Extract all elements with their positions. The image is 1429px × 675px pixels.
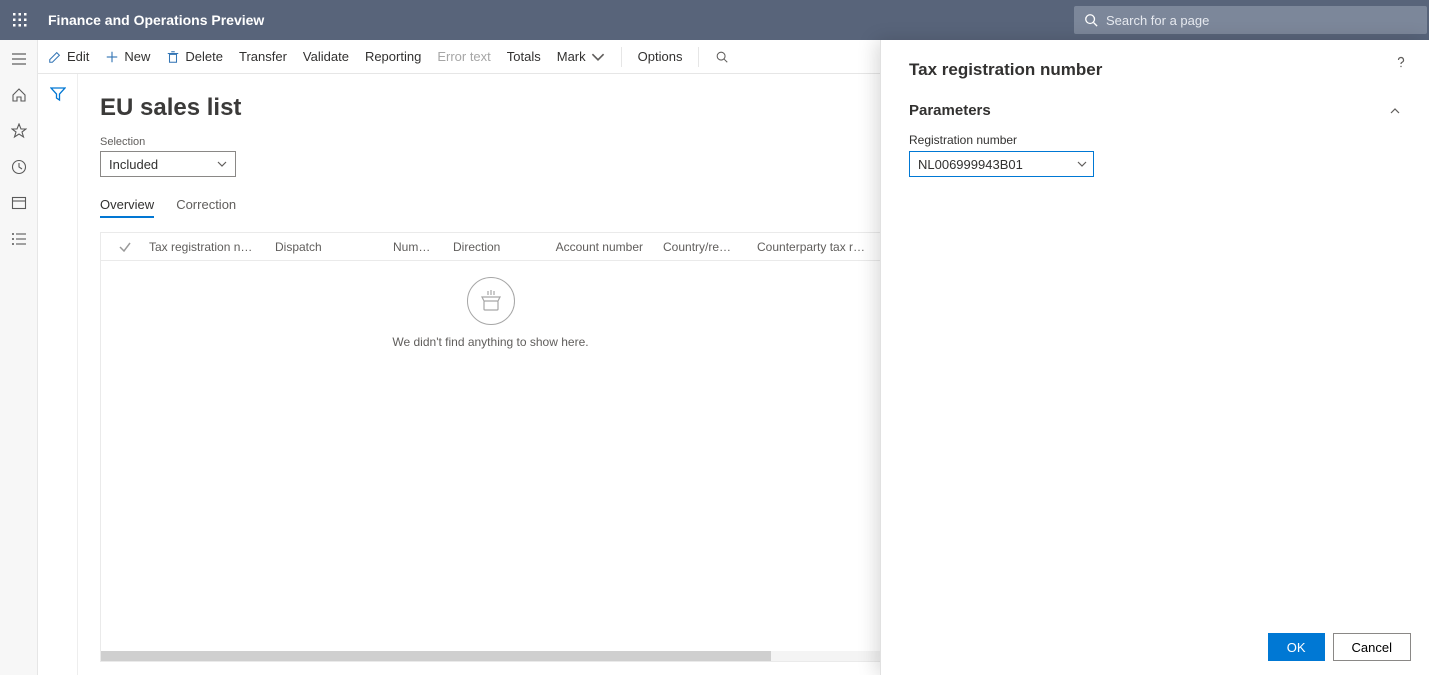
- action-bar: Edit New Delete Transfer Validate Report…: [38, 40, 880, 74]
- column-select-all[interactable]: [111, 240, 139, 254]
- dialog-title: Tax registration number: [909, 60, 1102, 80]
- app-launcher-icon[interactable]: [0, 0, 40, 40]
- column-direction[interactable]: Direction: [443, 240, 543, 254]
- tabs: Overview Correction: [100, 197, 880, 218]
- tab-correction[interactable]: Correction: [176, 197, 236, 218]
- top-bar: Finance and Operations Preview: [0, 0, 1429, 40]
- empty-text: We didn't find anything to show here.: [101, 335, 880, 349]
- search-input[interactable]: [1106, 13, 1417, 28]
- find-button[interactable]: [715, 50, 729, 64]
- cancel-button[interactable]: Cancel: [1333, 633, 1411, 661]
- chevron-up-icon: [1389, 105, 1401, 117]
- registration-number-label: Registration number: [909, 133, 1401, 147]
- separator: [621, 47, 622, 67]
- selection-label: Selection: [100, 136, 880, 148]
- grid-header: Tax registration number Dispatch Number …: [101, 233, 880, 261]
- selection-dropdown[interactable]: Included: [100, 151, 236, 177]
- left-rail: [0, 40, 38, 675]
- parameters-section[interactable]: Parameters: [909, 102, 1401, 119]
- registration-number-input[interactable]: NL006999943B01: [909, 151, 1094, 177]
- chevron-down-icon: [1077, 159, 1087, 169]
- selection-value: Included: [109, 157, 158, 172]
- totals-label: Totals: [507, 49, 541, 64]
- ok-button[interactable]: OK: [1268, 633, 1325, 661]
- edit-label: Edit: [67, 49, 89, 64]
- mark-label: Mark: [557, 49, 586, 64]
- validate-button[interactable]: Validate: [303, 49, 349, 64]
- star-icon[interactable]: [10, 122, 28, 140]
- home-icon[interactable]: [10, 86, 28, 104]
- search-box[interactable]: [1074, 6, 1427, 34]
- separator: [698, 47, 699, 67]
- delete-label: Delete: [185, 49, 223, 64]
- center-area: Edit New Delete Transfer Validate Report…: [38, 40, 880, 675]
- column-counterparty[interactable]: Counterparty tax registration: [747, 240, 880, 254]
- column-account[interactable]: Account number: [543, 240, 653, 254]
- delete-button[interactable]: Delete: [166, 49, 223, 64]
- options-button[interactable]: Options: [638, 49, 683, 64]
- column-tax-reg[interactable]: Tax registration number: [139, 240, 265, 254]
- edit-button[interactable]: Edit: [48, 49, 89, 64]
- clock-icon[interactable]: [10, 158, 28, 176]
- options-label: Options: [638, 49, 683, 64]
- error-text-button: Error text: [437, 49, 490, 64]
- filter-column: [38, 74, 78, 675]
- dialog-panel: Tax registration number Parameters Regis…: [880, 40, 1429, 675]
- reporting-button[interactable]: Reporting: [365, 49, 421, 64]
- help-icon[interactable]: [1393, 54, 1409, 70]
- tab-overview[interactable]: Overview: [100, 197, 154, 218]
- page-title: EU sales list: [100, 94, 880, 122]
- totals-button[interactable]: Totals: [507, 49, 541, 64]
- mark-button[interactable]: Mark: [557, 49, 605, 64]
- main-panel: EU sales list Selection Included Overvie…: [78, 74, 880, 675]
- app-title: Finance and Operations Preview: [40, 12, 264, 28]
- column-country[interactable]: Country/region: [653, 240, 747, 254]
- empty-illustration-icon: [467, 277, 515, 325]
- parameters-label: Parameters: [909, 102, 991, 119]
- filter-icon[interactable]: [50, 86, 66, 102]
- validate-label: Validate: [303, 49, 349, 64]
- search-wrap: [1074, 6, 1429, 34]
- error-text-label: Error text: [437, 49, 490, 64]
- empty-state: We didn't find anything to show here.: [101, 277, 880, 349]
- registration-number-value: NL006999943B01: [918, 157, 1023, 172]
- chevron-down-icon: [591, 50, 605, 64]
- transfer-button[interactable]: Transfer: [239, 49, 287, 64]
- chevron-down-icon: [217, 159, 227, 169]
- reporting-label: Reporting: [365, 49, 421, 64]
- horizontal-scrollbar[interactable]: [101, 651, 880, 661]
- new-button[interactable]: New: [105, 49, 150, 64]
- hamburger-icon[interactable]: [10, 50, 28, 68]
- data-grid: Tax registration number Dispatch Number …: [100, 232, 880, 662]
- search-icon: [1084, 13, 1098, 27]
- list-icon[interactable]: [10, 230, 28, 248]
- transfer-label: Transfer: [239, 49, 287, 64]
- column-dispatch[interactable]: Dispatch: [265, 240, 383, 254]
- workspace-icon[interactable]: [10, 194, 28, 212]
- column-number[interactable]: Number: [383, 240, 443, 254]
- new-label: New: [124, 49, 150, 64]
